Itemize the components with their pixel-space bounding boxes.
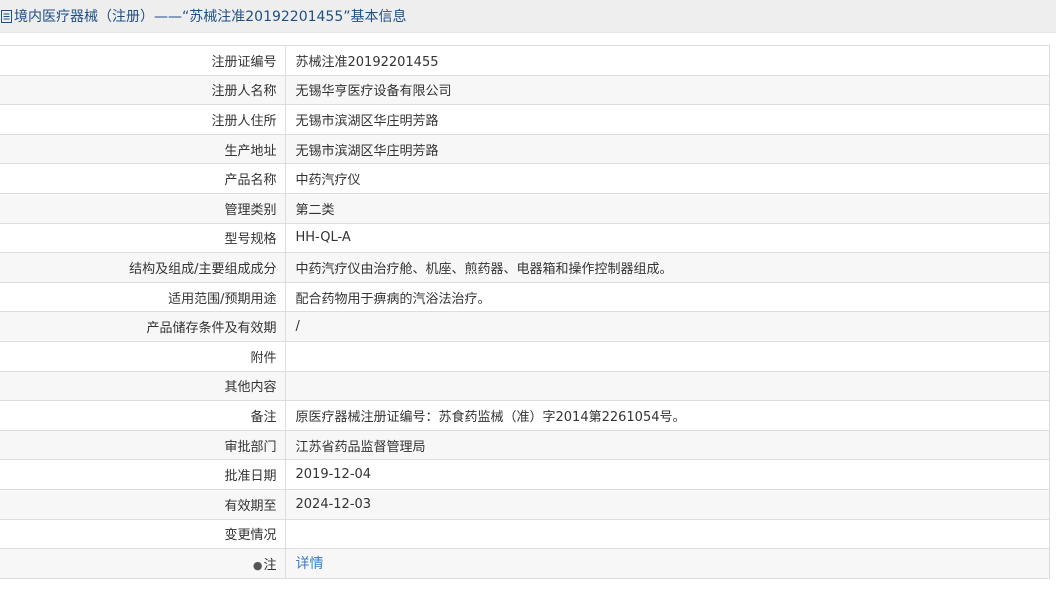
field-value: 配合药物用于痹病的汽浴法治疗。 [285, 281, 1050, 313]
field-label: 审批部门 [0, 429, 286, 461]
page-title-bar: 境内医疗器械（注册）——“苏械注准20192201455”基本信息 [0, 0, 1056, 33]
field-value: 中药汽疗仪由治疗舱、机座、煎药器、电器箱和操作控制器组成。 [285, 252, 1050, 283]
table-row: 注册人名称 无锡华亨医疗设备有限公司 [0, 74, 1050, 106]
table-row: 结构及组成/主要组成成分 中药汽疗仪由治疗舱、机座、煎药器、电器箱和操作控制器组成… [0, 252, 1050, 283]
field-value: 中药汽疗仪 [285, 163, 1050, 194]
field-label: 生产地址 [0, 133, 286, 165]
table-row: 型号规格 HH-QL-A [0, 222, 1050, 254]
table-row: 适用范围/预期用途 配合药物用于痹病的汽浴法治疗。 [0, 281, 1050, 313]
table-row: 产品储存条件及有效期 / [0, 311, 1050, 342]
table-row: 产品名称 中药汽疗仪 [0, 163, 1050, 194]
table-row: 注册人住所 无锡市滨湖区华庄明芳路 [0, 104, 1050, 135]
note-label: 注 [263, 557, 277, 573]
field-value: 无锡市滨湖区华庄明芳路 [285, 104, 1050, 135]
field-value: 无锡市滨湖区华庄明芳路 [285, 133, 1050, 165]
table-row: 生产地址 无锡市滨湖区华庄明芳路 [0, 133, 1050, 165]
field-label: 结构及组成/主要组成成分 [0, 252, 286, 283]
table-row: 其他内容 [0, 370, 1050, 402]
field-label: 注册人住所 [0, 104, 286, 135]
field-label: 适用范围/预期用途 [0, 281, 286, 313]
field-label: 注册证编号 [0, 45, 286, 76]
field-label: 有效期至 [0, 488, 286, 520]
field-label: 产品名称 [0, 163, 286, 194]
document-icon [1, 9, 12, 23]
field-label: 其他内容 [0, 370, 286, 402]
detail-link[interactable]: 详情 [296, 556, 324, 572]
note-value-cell: 详情 [285, 548, 1050, 579]
field-label: 备注 [0, 400, 286, 431]
field-label: 型号规格 [0, 222, 286, 254]
field-value: 2019-12-04 [285, 459, 1050, 490]
field-value: 无锡华亨医疗设备有限公司 [285, 74, 1050, 106]
field-value [285, 518, 1050, 550]
table-row: 批准日期 2019-12-04 [0, 459, 1050, 490]
note-row: ●注 详情 [0, 548, 1050, 579]
table-row: 变更情况 [0, 518, 1050, 550]
field-label: 注册人名称 [0, 74, 286, 106]
note-label-cell: ●注 [0, 548, 286, 579]
field-label: 管理类别 [0, 192, 286, 224]
field-value [285, 370, 1050, 402]
table-row: 审批部门 江苏省药品监督管理局 [0, 429, 1050, 461]
field-label: 批准日期 [0, 459, 286, 490]
page-title: 境内医疗器械（注册）——“苏械注准20192201455”基本信息 [14, 9, 407, 25]
info-pin-icon: ● [252, 558, 263, 572]
field-label: 产品储存条件及有效期 [0, 311, 286, 342]
field-value: 江苏省药品监督管理局 [285, 429, 1050, 461]
table-row: 备注 原医疗器械注册证编号：苏食药监械（准）字2014第2261054号。 [0, 400, 1050, 431]
basic-info-table: 注册证编号 苏械注准20192201455 注册人名称 无锡华亨医疗设备有限公司 注册人… [0, 45, 1050, 579]
field-label: 附件 [0, 340, 286, 372]
field-label: 变更情况 [0, 518, 286, 550]
field-value: 原医疗器械注册证编号：苏食药监械（准）字2014第2261054号。 [285, 400, 1050, 431]
field-value: / [285, 311, 1050, 342]
table-row: 附件 [0, 340, 1050, 372]
field-value: 2024-12-03 [285, 488, 1050, 520]
field-value: 苏械注准20192201455 [285, 45, 1050, 76]
table-row: 管理类别 第二类 [0, 192, 1050, 224]
table-row: 注册证编号 苏械注准20192201455 [0, 45, 1050, 76]
field-value [285, 340, 1050, 372]
field-value: HH-QL-A [285, 222, 1050, 254]
field-value: 第二类 [285, 192, 1050, 224]
table-row: 有效期至 2024-12-03 [0, 488, 1050, 520]
